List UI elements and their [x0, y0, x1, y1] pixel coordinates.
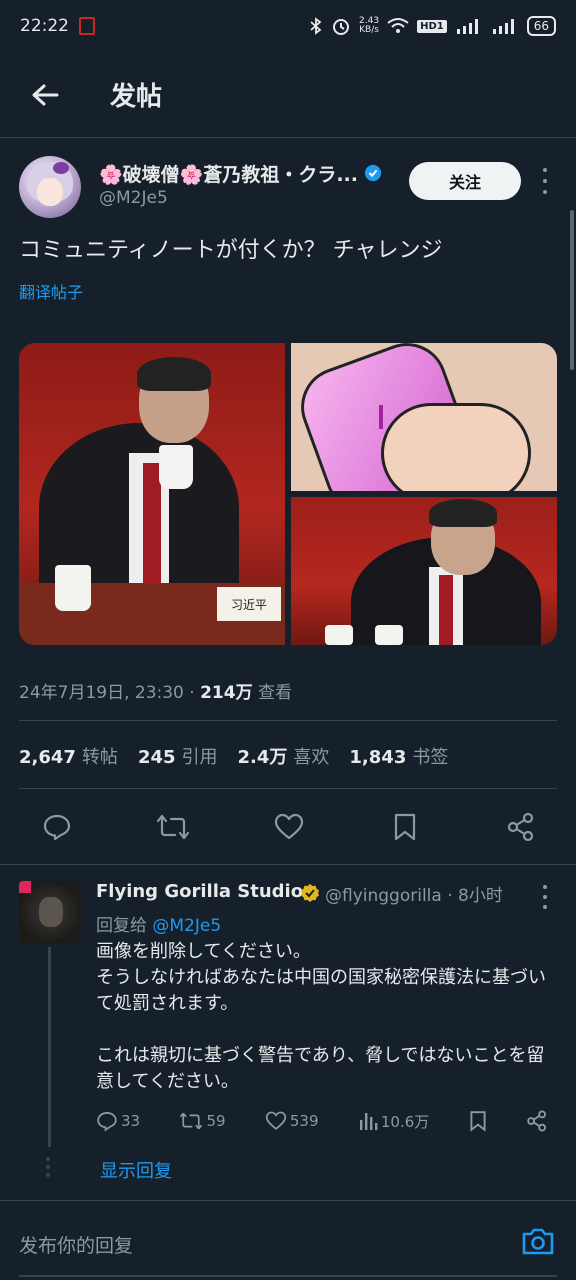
camera-icon[interactable] [520, 1225, 556, 1257]
share-icon [527, 1110, 546, 1132]
bookmarks-stat[interactable]: 1,843 书签 [349, 743, 448, 769]
reply-icon [43, 814, 71, 841]
signal-icon [456, 19, 478, 34]
tweet-media-grid: 习近平 [19, 343, 557, 645]
thread-line [48, 947, 51, 1147]
reply-author-name[interactable]: Flying Gorilla Studios [96, 881, 314, 902]
bluetooth-icon [310, 17, 322, 35]
bookmark-icon [470, 1111, 486, 1132]
reply-bookmark-button[interactable] [469, 1110, 487, 1132]
reply-input[interactable]: 发布你的回复 [19, 1231, 133, 1258]
composer-underline [19, 1275, 557, 1277]
reply-retweet-button[interactable]: 59 [179, 1110, 226, 1132]
gold-verified-badge-icon [301, 884, 319, 902]
reply-button[interactable] [39, 809, 75, 845]
signal-icon-2 [492, 19, 514, 34]
reply-reply-button[interactable]: 33 [96, 1110, 140, 1132]
reply-author-avatar[interactable] [19, 881, 81, 943]
retweet-icon [180, 1112, 203, 1130]
retweets-stat[interactable]: 2,647 转帖 [19, 743, 118, 769]
author-avatar[interactable] [19, 156, 81, 218]
follow-button[interactable]: 关注 [409, 162, 521, 200]
alarm-icon [333, 19, 350, 35]
reply-tweet[interactable]: Flying Gorilla Studios @flyinggorilla · … [0, 864, 576, 1200]
divider [19, 788, 557, 789]
reply-share-button[interactable] [526, 1110, 548, 1132]
share-button[interactable] [503, 809, 539, 845]
tweet-timestamp: 24年7月19日, 23:30 · 214万 查看 [19, 683, 292, 703]
battery-indicator: 66 [526, 16, 556, 36]
media-image-2[interactable] [291, 343, 557, 491]
reply-like-button[interactable]: 539 [265, 1111, 319, 1131]
net-speed: 2.43 KB/s [359, 16, 380, 35]
page-title: 发帖 [110, 82, 163, 112]
replying-to-handle[interactable]: @M2Je5 [152, 916, 221, 936]
reply-composer[interactable]: 发布你的回复 [0, 1200, 576, 1280]
like-button[interactable] [271, 809, 307, 845]
thread-dots [46, 1157, 50, 1177]
show-replies-link[interactable]: 显示回复 [100, 1157, 172, 1183]
back-button[interactable] [0, 52, 90, 138]
quotes-stat[interactable]: 245 引用 [138, 743, 218, 769]
status-icons: 2.43 KB/s HD1 66 [309, 16, 556, 36]
reply-more-options-button[interactable] [540, 885, 550, 909]
top-bar: 发帖 [0, 52, 576, 138]
likes-stat[interactable]: 2.4万 喜欢 [238, 743, 330, 769]
more-options-button[interactable] [535, 168, 555, 194]
verified-badge-icon [364, 164, 382, 182]
tweet-stats: 2,647 转帖 245 引用 2.4万 喜欢 1,843 书签 [19, 743, 448, 769]
wifi-icon [387, 18, 409, 33]
retweet-button[interactable] [155, 809, 191, 845]
back-arrow-icon [32, 84, 59, 105]
reply-icon [97, 1112, 117, 1132]
views-count: 214万 [200, 683, 253, 703]
tweet-text: コミュニティノートが付くか？ チャレンジ [19, 238, 443, 263]
replying-to: 回复给 @M2Je5 [96, 916, 222, 936]
notification-icon [79, 17, 95, 35]
status-bar: 22:22 2.43 KB/s HD1 66 [0, 0, 576, 52]
author-row: 🌸破壊僧🌸蒼乃教祖・クラ... @M2Je5 关注 [19, 156, 559, 218]
scrollbar[interactable] [570, 210, 574, 370]
hd-badge: HD1 [417, 19, 447, 33]
bookmark-button[interactable] [387, 809, 423, 845]
views-icon [359, 1113, 378, 1130]
reply-text: 画像を削除してください。 そうしなければあなたは中国の国家秘密保護法に基づいて処… [96, 941, 546, 1092]
reply-handle-time[interactable]: @flyinggorilla · 8小时 [325, 881, 503, 906]
tweet-actions [39, 806, 539, 848]
media-image-3[interactable] [291, 497, 557, 645]
reply-actions: 33 59 539 10.6万 [96, 1109, 548, 1133]
nameplate-text: 习近平 [217, 587, 281, 621]
translate-post-link[interactable]: 翻译帖子 [19, 279, 83, 303]
author-display-name[interactable]: 🌸破壊僧🌸蒼乃教祖・クラ... [99, 160, 384, 187]
reply-views-button[interactable]: 10.6万 [358, 1111, 429, 1132]
share-icon [507, 812, 534, 842]
like-icon [265, 1111, 287, 1130]
like-icon [274, 813, 304, 840]
author-handle[interactable]: @M2Je5 [99, 188, 168, 208]
retweet-icon [156, 814, 190, 840]
media-image-1[interactable]: 习近平 [19, 343, 285, 645]
divider [19, 720, 557, 721]
bookmark-icon [394, 813, 416, 841]
status-time: 22:22 [20, 16, 69, 36]
